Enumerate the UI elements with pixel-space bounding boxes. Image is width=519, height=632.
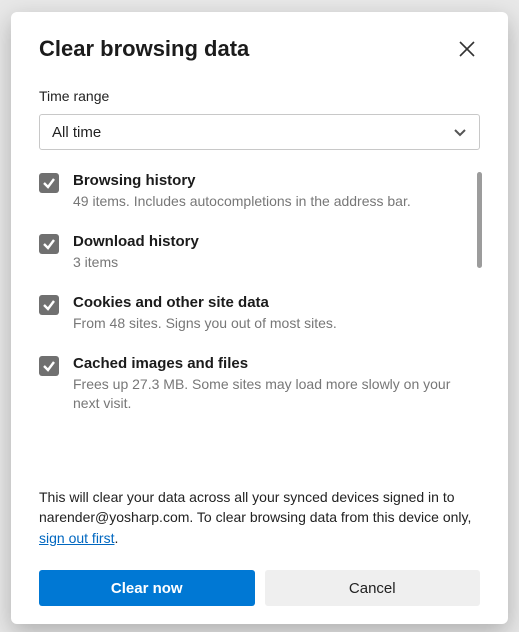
item-sub: Frees up 27.3 MB. Some sites may load mo… xyxy=(73,375,480,413)
item-title: Cookies and other site data xyxy=(73,294,337,311)
list-item-text: Browsing history 49 items. Includes auto… xyxy=(73,172,411,211)
check-icon xyxy=(42,176,56,190)
close-icon xyxy=(458,40,476,58)
footer-note-prefix: This will clear your data across all you… xyxy=(39,489,471,525)
check-icon xyxy=(42,237,56,251)
time-range-label: Time range xyxy=(39,88,480,104)
list-item: Cached images and files Frees up 27.3 MB… xyxy=(39,355,480,413)
list-item-text: Cached images and files Frees up 27.3 MB… xyxy=(73,355,480,413)
dialog-header: Clear browsing data xyxy=(39,36,480,62)
page-backdrop: Clear browsing data Time range All time … xyxy=(0,0,519,632)
item-sub: 3 items xyxy=(73,253,199,272)
time-range-value: All time xyxy=(52,124,101,141)
chevron-down-icon xyxy=(453,125,467,139)
item-title: Browsing history xyxy=(73,172,411,189)
footer-note-suffix: . xyxy=(114,530,118,546)
item-sub: From 48 sites. Signs you out of most sit… xyxy=(73,314,337,333)
checkbox-cookies[interactable] xyxy=(39,295,59,315)
clear-now-button[interactable]: Clear now xyxy=(39,570,255,606)
sign-out-link[interactable]: sign out first xyxy=(39,530,114,546)
item-title: Cached images and files xyxy=(73,355,480,372)
list-item: Cookies and other site data From 48 site… xyxy=(39,294,480,333)
clear-browsing-data-dialog: Clear browsing data Time range All time … xyxy=(11,12,508,624)
cancel-button[interactable]: Cancel xyxy=(265,570,481,606)
close-button[interactable] xyxy=(454,36,480,62)
check-icon xyxy=(42,298,56,312)
sync-warning-note: This will clear your data across all you… xyxy=(39,487,480,548)
list-item-text: Download history 3 items xyxy=(73,233,199,272)
item-sub: 49 items. Includes autocompletions in th… xyxy=(73,192,411,211)
checkbox-browsing-history[interactable] xyxy=(39,173,59,193)
dialog-buttons: Clear now Cancel xyxy=(39,570,480,606)
checkbox-download-history[interactable] xyxy=(39,234,59,254)
checkbox-cached-files[interactable] xyxy=(39,356,59,376)
item-title: Download history xyxy=(73,233,199,250)
list-item: Download history 3 items xyxy=(39,233,480,272)
check-icon xyxy=(42,359,56,373)
options-list-wrap: Browsing history 49 items. Includes auto… xyxy=(39,172,480,483)
scrollbar-thumb[interactable] xyxy=(477,172,482,268)
options-list: Browsing history 49 items. Includes auto… xyxy=(39,172,480,483)
list-item: Browsing history 49 items. Includes auto… xyxy=(39,172,480,211)
list-item-text: Cookies and other site data From 48 site… xyxy=(73,294,337,333)
dialog-title: Clear browsing data xyxy=(39,36,249,62)
time-range-select[interactable]: All time xyxy=(39,114,480,150)
